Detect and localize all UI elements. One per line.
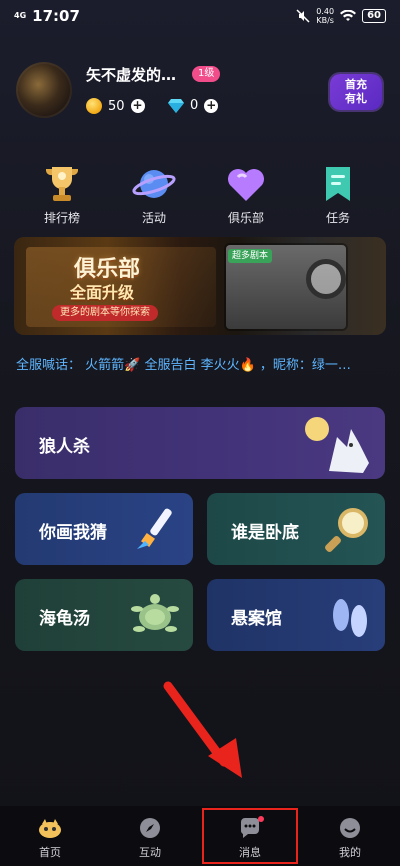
coin-icon	[86, 98, 102, 114]
nav-messages[interactable]: 消息	[200, 806, 300, 866]
paintbrush-icon	[137, 508, 172, 549]
quick-label: 排行榜	[43, 211, 80, 225]
status-time: 17:07	[32, 7, 80, 25]
coin-balance: 50 +	[86, 98, 145, 114]
global-announcement[interactable]: 全服喊话： 火箭箭🚀 全服告白 李火火🔥 ，昵称：绿一…	[16, 354, 386, 374]
game-werewolf[interactable]: 狼人杀	[15, 407, 385, 479]
gem-count: 0	[190, 98, 199, 113]
network-indicator: 4G	[14, 11, 27, 20]
quick-club[interactable]: 俱乐部	[216, 163, 276, 226]
nav-label: 消息	[239, 846, 261, 859]
avatar[interactable]	[16, 62, 72, 118]
diamond-icon	[168, 98, 184, 113]
nav-label: 首页	[39, 846, 61, 859]
nav-profile[interactable]: 我的	[300, 806, 400, 866]
profile-icon	[340, 818, 360, 838]
trophy-icon	[46, 167, 78, 201]
quick-tasks[interactable]: 任务	[308, 163, 368, 226]
planet-icon	[132, 170, 176, 198]
game-label: 你画我猜	[39, 523, 107, 543]
game-mystery-hall[interactable]: 悬案馆	[207, 579, 385, 651]
promo-line-2: 有礼	[345, 92, 367, 105]
battery-indicator: 60	[362, 9, 386, 23]
level-badge: 1级	[192, 66, 221, 82]
compass-icon	[140, 818, 160, 838]
game-undercover[interactable]: 谁是卧底	[207, 493, 385, 565]
footprints-icon	[333, 599, 367, 637]
magnifier-icon	[325, 508, 368, 552]
quick-leaderboard[interactable]: 排行榜	[32, 163, 92, 226]
first-recharge-button[interactable]: 首充 有礼	[330, 74, 382, 110]
heart-icon	[228, 169, 264, 201]
network-speed: 0.40 KB/s	[316, 7, 334, 25]
banner-subtitle: 全面升级	[70, 283, 135, 302]
add-gems-button[interactable]: +	[204, 98, 219, 113]
nav-label: 我的	[339, 846, 361, 859]
turtle-icon	[131, 594, 179, 632]
game-label: 狼人杀	[39, 437, 90, 457]
quick-label: 任务	[325, 211, 350, 225]
status-bar: 4G 17:07 0.40 KB/s 60	[0, 0, 400, 32]
quick-label: 俱乐部	[227, 211, 264, 225]
red-arrow-annotation	[163, 681, 242, 778]
bottom-navigation: 首页 互动 消息 我的	[0, 806, 400, 866]
banner-book-tag: 超多剧本	[228, 249, 273, 263]
quick-label: 活动	[141, 211, 166, 225]
game-label: 海龟汤	[39, 609, 90, 629]
werewolf-icon	[305, 417, 369, 473]
nav-label: 互动	[139, 846, 161, 859]
unread-dot	[258, 816, 264, 822]
coin-count: 50	[108, 98, 125, 114]
quick-activity[interactable]: 活动	[124, 163, 184, 226]
nav-interact[interactable]: 互动	[100, 806, 200, 866]
username[interactable]: 矢不虚发的…	[86, 64, 176, 85]
promo-line-1: 首充	[345, 78, 367, 91]
club-upgrade-banner[interactable]: 俱乐部 全面升级 更多的剧本等你探索 超多剧本	[14, 237, 386, 335]
game-label: 悬案馆	[231, 609, 282, 629]
wifi-icon	[340, 10, 357, 21]
network-speed-unit: KB/s	[316, 16, 334, 25]
game-label: 谁是卧底	[231, 523, 299, 543]
mute-icon	[296, 9, 310, 23]
home-icon	[39, 819, 61, 838]
game-draw-and-guess[interactable]: 你画我猜	[15, 493, 193, 565]
banner-strip: 更多的剧本等你探索	[52, 305, 158, 321]
task-icon	[326, 167, 350, 201]
add-coins-button[interactable]: +	[130, 99, 145, 113]
game-turtle-soup[interactable]: 海龟汤	[15, 579, 193, 651]
network-speed-value: 0.40	[316, 7, 335, 16]
nav-home[interactable]: 首页	[0, 806, 100, 866]
gem-balance: 0 +	[168, 98, 219, 113]
magnifier-art	[306, 259, 346, 299]
